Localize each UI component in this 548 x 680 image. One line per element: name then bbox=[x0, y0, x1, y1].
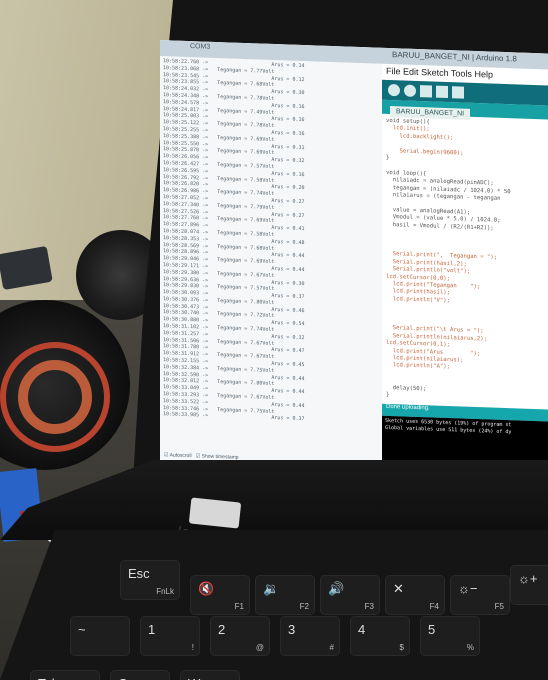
key-label: 3 bbox=[288, 622, 296, 637]
keyboard-key[interactable]: 2 @ bbox=[210, 616, 270, 656]
key-label: ☼− bbox=[458, 581, 478, 596]
keyboard-key[interactable]: 5% bbox=[420, 616, 480, 656]
key-sublabel: F3 bbox=[364, 602, 374, 611]
keyboard-key[interactable]: 🔇 F1 bbox=[190, 575, 250, 615]
key-label: 🔇 bbox=[198, 581, 215, 596]
menu-sketch[interactable]: Sketch bbox=[421, 67, 449, 78]
key-sublabel: FnLk bbox=[156, 587, 174, 596]
key-sublabel: F4 bbox=[429, 602, 439, 611]
key-sublabel: # bbox=[329, 643, 334, 652]
key-label: Q bbox=[118, 676, 128, 680]
key-label: 5 bbox=[428, 622, 436, 637]
menu-tools[interactable]: Tools bbox=[451, 68, 472, 79]
keyboard-key[interactable]: 1! bbox=[140, 616, 200, 656]
keyboard-key[interactable]: W bbox=[180, 670, 240, 680]
key-sublabel: ! bbox=[191, 643, 194, 652]
keyboard-key[interactable]: 🔉 F2 bbox=[255, 575, 315, 615]
keyboard-key[interactable]: Q bbox=[110, 670, 170, 680]
arduino-ide-window: BARUU_BANGET_NI | Arduino 1.8 File Edit … bbox=[382, 47, 548, 474]
wheel-orange-hub bbox=[18, 360, 92, 434]
keyboard-key[interactable]: 4 $ bbox=[350, 616, 410, 656]
keyboard-key[interactable]: Tab bbox=[30, 670, 100, 680]
key-label: 🔊 bbox=[328, 581, 345, 596]
key-label: Esc bbox=[128, 566, 150, 581]
keyboard-key[interactable]: ~ bbox=[70, 616, 130, 656]
autoscroll-checkbox[interactable]: ☑ Autoscroll bbox=[164, 452, 192, 459]
key-label: ~ bbox=[78, 622, 86, 637]
verify-icon[interactable] bbox=[388, 83, 400, 97]
timestamp-checkbox[interactable]: ☑ Show timestamp bbox=[196, 453, 239, 460]
photo-scene: COM3 10:58:22.760 -> Arus = 0.14 10:58:23… bbox=[0, 0, 548, 680]
open-icon[interactable] bbox=[436, 85, 448, 99]
key-label: 4 bbox=[358, 622, 366, 637]
keyboard-key[interactable]: ☼+F6 bbox=[510, 565, 548, 605]
menu-help[interactable]: Help bbox=[474, 69, 493, 80]
serial-output: 10:58:22.760 -> Arus = 0.14 10:58:23.068 … bbox=[160, 56, 382, 428]
new-icon[interactable] bbox=[420, 85, 432, 98]
key-sublabel: F2 bbox=[299, 602, 309, 611]
code-editor[interactable]: void setup(){ lcd.init(); lcd.backlight(… bbox=[382, 114, 548, 410]
key-label: 2 bbox=[218, 622, 226, 637]
menu-file[interactable]: File bbox=[386, 66, 401, 77]
menu-edit[interactable]: Edit bbox=[403, 66, 419, 77]
keyboard-key[interactable]: Esc FnLk bbox=[120, 560, 180, 600]
key-label: W bbox=[188, 676, 200, 680]
keyboard-key[interactable]: ✕ F4 bbox=[385, 575, 445, 615]
upload-icon[interactable] bbox=[404, 84, 416, 97]
key-label: Tab bbox=[38, 676, 59, 680]
key-sublabel: F1 bbox=[234, 602, 244, 611]
key-label: ✕ bbox=[393, 581, 404, 596]
key-label: 1 bbox=[148, 622, 156, 637]
keyboard: EscFnLk🔇F1🔉F2🔊F3✕F4☼−F5☼+F6~1!2@3#4$5%Ta… bbox=[0, 530, 548, 680]
save-icon[interactable] bbox=[452, 86, 464, 99]
keyboard-key[interactable]: 🔊 F3 bbox=[320, 575, 380, 615]
timestamp-label: Show timestamp bbox=[201, 453, 239, 461]
key-sublabel: F5 bbox=[494, 602, 504, 611]
autoscroll-label: Autoscroll bbox=[169, 452, 192, 460]
key-label: ☼+ bbox=[518, 571, 538, 586]
key-sublabel: @ bbox=[255, 643, 264, 652]
keyboard-key[interactable]: ☼− F5 bbox=[450, 575, 510, 615]
laptop-screen: COM3 10:58:22.760 -> Arus = 0.14 10:58:23… bbox=[160, 40, 548, 474]
key-sublabel: $ bbox=[399, 643, 404, 652]
keyboard-key[interactable]: 3 # bbox=[280, 616, 340, 656]
key-label: 🔉 bbox=[263, 581, 280, 596]
key-sublabel: % bbox=[466, 643, 474, 652]
serial-monitor-window: COM3 10:58:22.760 -> Arus = 0.14 10:58:23… bbox=[160, 40, 383, 468]
hinge-cap bbox=[188, 497, 242, 529]
